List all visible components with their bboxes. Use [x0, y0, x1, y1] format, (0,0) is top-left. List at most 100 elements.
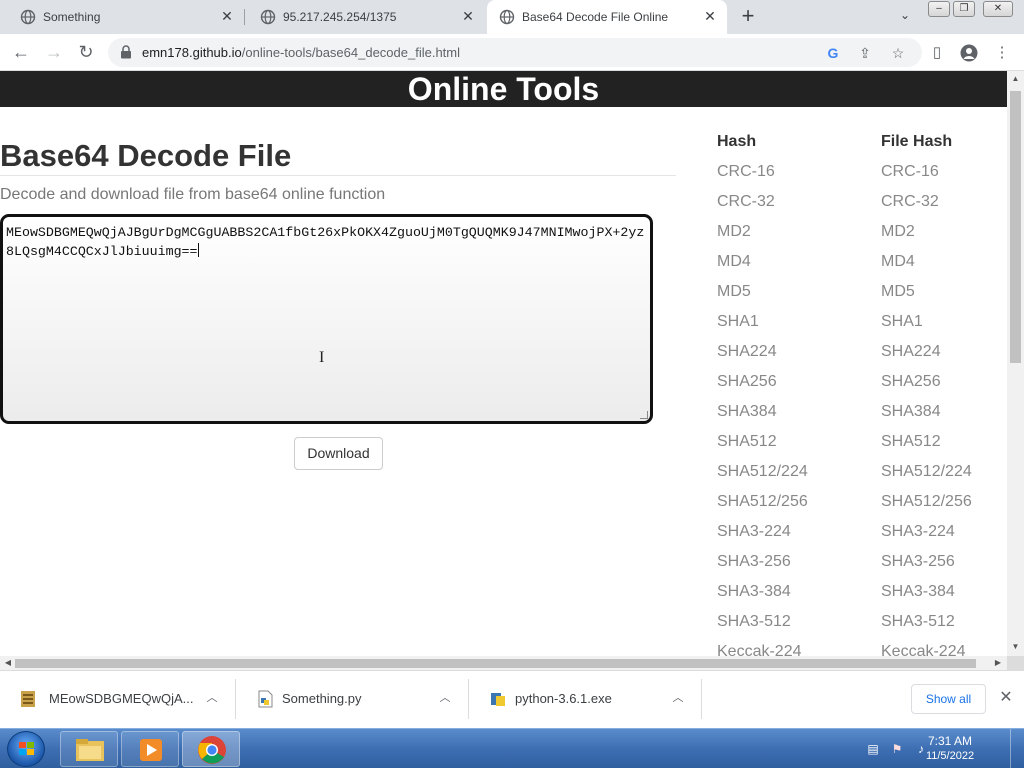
- chevron-up-icon[interactable]: ︿: [671, 691, 685, 705]
- horizontal-scroll-thumb[interactable]: [15, 659, 976, 668]
- hash-heading: Hash: [717, 133, 757, 150]
- lock-icon[interactable]: [120, 45, 132, 59]
- hash-link[interactable]: SHA3-256: [717, 547, 808, 577]
- minimize-icon[interactable]: –: [928, 1, 950, 17]
- close-tab-icon[interactable]: ✕: [701, 7, 719, 25]
- scroll-down-icon[interactable]: ▼: [1010, 642, 1021, 652]
- vertical-scroll-thumb[interactable]: [1010, 91, 1021, 363]
- tab-base64-decode[interactable]: Base64 Decode File Online ✕: [487, 0, 727, 34]
- file-hash-link[interactable]: SHA3-512: [881, 607, 972, 637]
- hash-link[interactable]: SHA1: [717, 307, 808, 337]
- file-hash-heading: File Hash: [881, 133, 953, 150]
- window-close-icon[interactable]: ✕: [983, 1, 1013, 17]
- tab-title: Base64 Decode File Online: [522, 10, 669, 24]
- action-center-icon[interactable]: ⚑: [890, 742, 904, 756]
- resize-handle-icon[interactable]: [640, 411, 648, 419]
- hash-link[interactable]: SHA3-384: [717, 577, 808, 607]
- globe-icon: [499, 9, 515, 25]
- hash-link[interactable]: CRC-32: [717, 187, 808, 217]
- file-hash-link[interactable]: SHA384: [881, 397, 972, 427]
- file-hash-link[interactable]: CRC-16: [881, 157, 972, 187]
- file-hash-link[interactable]: MD2: [881, 217, 972, 247]
- scroll-right-icon[interactable]: ▶: [993, 658, 1003, 668]
- menu-kebab-icon[interactable]: ⋮: [991, 42, 1013, 64]
- new-tab-button[interactable]: +: [737, 5, 759, 28]
- start-button[interactable]: [7, 731, 45, 767]
- share-icon[interactable]: ⇪: [856, 44, 874, 62]
- base64-input[interactable]: MEowSDBGMEQwQjAJBgUrDgMCGgUABBS2CA1fbGt2…: [0, 214, 653, 424]
- chrome-icon: [198, 736, 226, 764]
- close-tab-icon[interactable]: ✕: [459, 7, 477, 25]
- address-bar[interactable]: emn178.github.io/online-tools/base64_dec…: [108, 38, 922, 67]
- tab-something[interactable]: Something ✕: [0, 0, 244, 34]
- taskbar-chrome[interactable]: [182, 731, 240, 767]
- show-desktop-button[interactable]: [1010, 729, 1024, 768]
- file-hash-link[interactable]: SHA1: [881, 307, 972, 337]
- hash-link[interactable]: SHA512/224: [717, 457, 808, 487]
- clock-date[interactable]: 11/5/2022: [915, 750, 985, 762]
- bookmark-star-icon[interactable]: ☆: [889, 44, 907, 62]
- hash-link[interactable]: SHA512: [717, 427, 808, 457]
- hash-link[interactable]: SHA256: [717, 367, 808, 397]
- side-panel-icon[interactable]: ▯: [926, 42, 948, 64]
- taskbar-media-player[interactable]: [121, 731, 179, 767]
- hash-link[interactable]: SHA3-224: [717, 517, 808, 547]
- globe-icon: [20, 9, 36, 25]
- hash-link[interactable]: SHA512/256: [717, 487, 808, 517]
- restore-icon[interactable]: ❐: [953, 1, 975, 17]
- reload-icon[interactable]: ↻: [75, 42, 97, 64]
- file-hash-link[interactable]: SHA3-256: [881, 547, 972, 577]
- download-name: Something.py: [282, 691, 362, 706]
- file-hash-link[interactable]: SHA512: [881, 427, 972, 457]
- file-hash-link[interactable]: SHA224: [881, 337, 972, 367]
- hash-link[interactable]: SHA224: [717, 337, 808, 367]
- file-hash-link[interactable]: CRC-32: [881, 187, 972, 217]
- tab-ip-address[interactable]: 95.217.245.254/1375 ✕: [245, 0, 485, 34]
- tab-search-icon[interactable]: ⌄: [896, 8, 914, 26]
- hash-link[interactable]: CRC-16: [717, 157, 808, 187]
- forward-icon[interactable]: →: [43, 42, 65, 64]
- file-hash-link[interactable]: Keccak-224: [881, 637, 972, 656]
- close-downloads-icon[interactable]: ✕: [997, 689, 1015, 707]
- chevron-up-icon[interactable]: ︿: [205, 691, 219, 705]
- media-player-icon: [140, 739, 162, 761]
- back-icon[interactable]: ←: [10, 42, 32, 64]
- google-icon[interactable]: G: [824, 44, 842, 62]
- show-all-button[interactable]: Show all: [911, 684, 986, 714]
- chevron-up-icon[interactable]: ︿: [438, 691, 452, 705]
- scroll-up-icon[interactable]: ▲: [1010, 74, 1021, 84]
- file-icon: [21, 691, 35, 707]
- download-button[interactable]: Download: [294, 437, 383, 470]
- hash-link[interactable]: MD2: [717, 217, 808, 247]
- download-name: MEowSDBGMEQwQjA...: [49, 691, 194, 706]
- hash-link[interactable]: Keccak-224: [717, 637, 808, 656]
- file-hash-link[interactable]: SHA256: [881, 367, 972, 397]
- input-text: MEowSDBGMEQwQjAJBgUrDgMCGgUABBS2CA1fbGt2…: [6, 225, 645, 259]
- file-hash-link[interactable]: MD5: [881, 277, 972, 307]
- taskbar-explorer[interactable]: [60, 731, 118, 767]
- clock-time[interactable]: 7:31 AM: [915, 734, 985, 748]
- horizontal-scrollbar[interactable]: ◀ ▶: [0, 656, 1007, 670]
- download-item[interactable]: MEowSDBGMEQwQjA... ︿: [0, 679, 236, 719]
- network-tray-icon[interactable]: ▤: [866, 742, 880, 756]
- hash-link[interactable]: MD4: [717, 247, 808, 277]
- close-tab-icon[interactable]: ✕: [218, 7, 236, 25]
- file-hash-link[interactable]: SHA3-224: [881, 517, 972, 547]
- vertical-scrollbar[interactable]: ▲ ▼: [1007, 71, 1024, 656]
- profile-avatar-icon[interactable]: [958, 42, 980, 64]
- download-item[interactable]: Something.py ︿: [237, 679, 469, 719]
- page-viewport: Online Tools Base64 Decode File Decode a…: [0, 71, 1007, 656]
- hash-link[interactable]: MD5: [717, 277, 808, 307]
- download-item[interactable]: python-3.6.1.exe ︿: [470, 679, 702, 719]
- hash-link[interactable]: SHA3-512: [717, 607, 808, 637]
- python-file-icon: [258, 690, 273, 708]
- scroll-left-icon[interactable]: ◀: [3, 658, 13, 668]
- site-header[interactable]: Online Tools: [0, 71, 1007, 107]
- hash-link[interactable]: SHA384: [717, 397, 808, 427]
- file-hash-link[interactable]: SHA512/256: [881, 487, 972, 517]
- downloads-bar: MEowSDBGMEQwQjA... ︿ Something.py ︿ pyth…: [0, 670, 1024, 728]
- file-hash-link[interactable]: MD4: [881, 247, 972, 277]
- file-hash-link[interactable]: SHA3-384: [881, 577, 972, 607]
- folder-icon: [76, 739, 104, 761]
- file-hash-link[interactable]: SHA512/224: [881, 457, 972, 487]
